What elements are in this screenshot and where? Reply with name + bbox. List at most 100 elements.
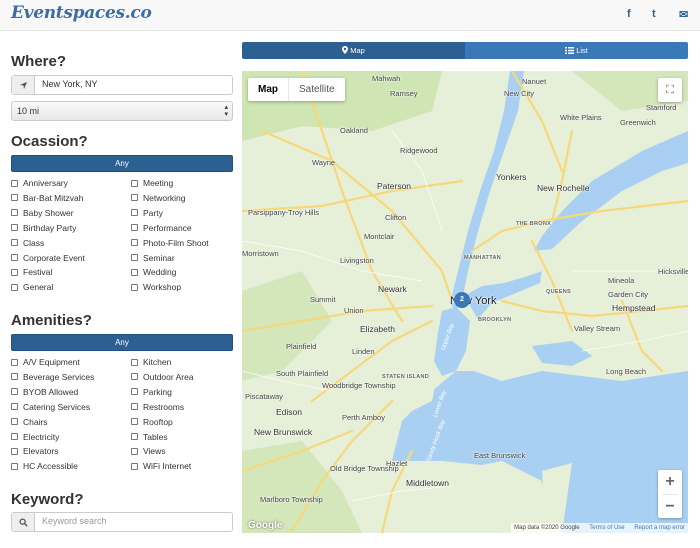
amenity-checkbox-label: Rooftop [143,416,173,427]
occasion-checkbox[interactable] [11,254,18,261]
radius-value: 10 mi [17,106,40,116]
tab-list[interactable]: List [465,42,688,59]
amenity-checkbox-label: Electricity [23,431,60,442]
location-input-group[interactable]: New York, NY [11,75,233,95]
occasion-checkbox[interactable] [131,268,138,276]
amenity-checkbox[interactable] [131,462,138,470]
occasion-checkbox-item[interactable]: Networking [131,191,186,205]
occasion-checkbox-item[interactable]: Performance [131,221,192,235]
amenity-checkbox[interactable] [131,373,138,381]
amenities-any-button[interactable]: Any [11,334,233,351]
occasion-checkbox-item[interactable]: Wedding [131,265,176,279]
amenity-checkbox-item[interactable]: Electricity [11,430,59,444]
amenity-checkbox[interactable] [131,388,138,396]
report-error-link[interactable]: Report a map error [634,525,685,531]
occasion-checkbox-item[interactable]: Festival [11,265,52,279]
amenity-checkbox[interactable] [11,418,18,426]
occasion-checkbox-item[interactable]: Birthday Party [11,221,76,235]
amenity-checkbox-item[interactable]: Parking [131,385,172,399]
amenity-checkbox-item[interactable]: A/V Equipment [11,355,80,369]
occasion-checkbox-item[interactable]: Class [11,236,44,250]
occasion-checkbox[interactable] [131,209,138,217]
amenity-checkbox-item[interactable]: HC Accessible [11,459,78,473]
zoom-out-button[interactable]: − [658,495,682,519]
occasion-checkbox[interactable] [11,209,18,217]
brand-logo[interactable]: Eventspaces.co [11,3,152,23]
occasion-checkbox[interactable] [11,179,18,187]
amenity-checkbox[interactable] [131,433,138,440]
amenity-checkbox-item[interactable]: BYOB Allowed [11,385,78,399]
zoom-in-button[interactable]: + [658,470,682,494]
amenity-checkbox-label: Chairs [23,416,48,427]
occasion-any-button[interactable]: Any [11,155,233,172]
radius-select[interactable]: 10 mi ▴ ▾ [11,101,233,121]
terms-link[interactable]: Terms of Use [589,525,624,531]
occasion-checkbox[interactable] [131,239,138,247]
results-map[interactable]: Map Satellite ⛶ Mahwah Ramsey Nanuet New Ci… [242,71,688,533]
amenity-checkbox-label: Elevators [23,446,59,457]
amenity-checkbox-item[interactable]: Restrooms [131,400,184,414]
keyword-input-group[interactable]: Keyword search [11,512,233,532]
occasion-checkbox[interactable] [11,239,18,247]
occasion-checkbox-item[interactable]: Party [131,206,163,220]
occasion-checkbox-item[interactable]: Seminar [131,251,175,265]
occasion-checkbox-item[interactable]: Corporate Event [11,251,85,265]
twitter-icon[interactable]: t [652,8,656,20]
amenity-checkbox-item[interactable]: Beverage Services [11,370,94,384]
occasion-checkbox[interactable] [131,179,138,187]
amenity-checkbox[interactable] [131,447,138,455]
map-place-label: New City [504,89,535,98]
occasion-checkbox[interactable] [11,283,18,291]
location-input[interactable]: New York, NY [42,79,98,89]
amenity-checkbox-item[interactable]: Catering Services [11,400,90,414]
map-place-label: East Brunswick [474,451,526,460]
occasion-checkbox[interactable] [11,224,18,232]
occasion-checkbox[interactable] [11,194,18,202]
amenity-checkbox[interactable] [11,462,18,470]
occasion-checkbox-item[interactable]: Workshop [131,280,181,294]
occasion-checkbox[interactable] [131,224,138,232]
occasion-checkbox-item[interactable]: Meeting [131,176,173,190]
map-place-label: Livingston [340,256,374,265]
amenity-checkbox[interactable] [11,433,18,440]
amenity-checkbox-item[interactable]: Chairs [11,415,48,429]
amenity-checkbox-item[interactable]: Tables [131,430,168,444]
amenity-checkbox-label: WiFi Internet [143,461,192,472]
amenity-checkbox[interactable] [11,403,18,411]
fullscreen-icon[interactable]: ⛶ [658,78,682,102]
occasion-checkbox-item[interactable]: Bar-Bat Mitzvah [11,191,83,205]
amenity-checkbox-item[interactable]: Rooftop [131,415,173,429]
occasion-checkbox-item[interactable]: Anniversary [11,176,68,190]
occasion-checkbox[interactable] [11,268,18,276]
occasion-checkbox-item[interactable]: General [11,280,53,294]
keyword-input[interactable]: Keyword search [42,516,107,526]
amenity-checkbox[interactable] [11,447,18,455]
occasion-checkbox-item[interactable]: Photo-Film Shoot [131,236,209,250]
amenity-checkbox[interactable] [11,358,18,366]
location-arrow-icon [12,76,35,94]
facebook-icon[interactable]: f [627,8,631,20]
occasion-checkbox[interactable] [131,254,138,261]
map-type-satellite-button[interactable]: Satellite [289,78,345,101]
amenity-checkbox[interactable] [11,388,18,396]
amenity-checkbox-item[interactable]: WiFi Internet [131,459,191,473]
amenity-checkbox-label: Kitchen [143,357,172,367]
occasion-checkbox-item[interactable]: Baby Shower [11,206,74,220]
map-type-map-button[interactable]: Map [248,78,289,101]
amenity-checkbox-item[interactable]: Elevators [11,444,58,458]
amenity-checkbox[interactable] [131,358,138,366]
amenity-checkbox[interactable] [11,373,18,381]
tab-map[interactable]: Map [242,42,465,59]
map-place-label: Newark [378,284,407,294]
map-cluster-marker[interactable]: 2 [454,292,470,308]
map-place-label: Morristown [242,249,279,258]
mail-icon[interactable]: ✉ [679,8,688,21]
occasion-checkbox[interactable] [131,283,138,291]
amenity-checkbox[interactable] [131,403,138,411]
amenity-checkbox-item[interactable]: Outdoor Area [131,370,194,384]
amenity-checkbox[interactable] [131,418,138,426]
amenity-checkbox-item[interactable]: Kitchen [131,355,171,369]
map-place-label: Mahwah [372,74,401,83]
occasion-checkbox[interactable] [131,194,138,202]
amenity-checkbox-item[interactable]: Views [131,444,166,458]
